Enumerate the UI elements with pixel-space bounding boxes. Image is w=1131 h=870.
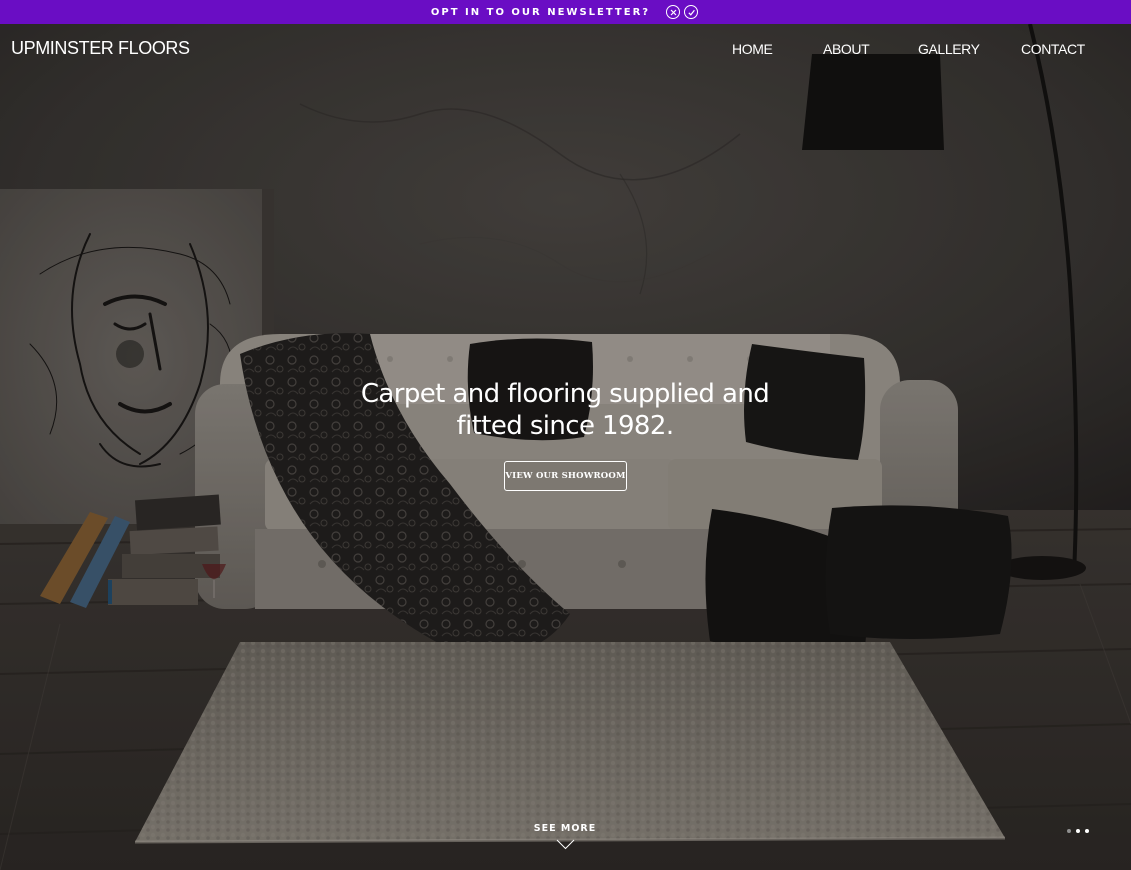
newsletter-bar: OPT IN TO OUR NEWSLETTER? [0,0,1131,24]
close-icon [670,9,677,15]
hero-headline-line2: fitted since 1982. [456,411,675,441]
slide-dot-2[interactable] [1076,829,1080,833]
newsletter-text: OPT IN TO OUR NEWSLETTER? [430,6,651,18]
nav-item-home[interactable]: HOME [732,41,773,57]
main-nav: HOME ABOUT GALLERY CONTACT [0,41,1131,59]
chevron-down-icon[interactable] [556,839,575,850]
page: OPT IN TO OUR NEWSLETTER? UPMINSTER FLOO… [0,0,1131,870]
nav-item-contact[interactable]: CONTACT [1021,41,1085,57]
nav-item-about[interactable]: ABOUT [823,41,870,57]
slide-dot-1[interactable] [1067,829,1071,833]
hero-section [0,24,1131,870]
check-icon [687,9,695,16]
newsletter-decline-button[interactable] [666,5,681,19]
nav-item-gallery[interactable]: GALLERY [918,41,980,57]
slide-indicators [1067,829,1089,833]
slide-dot-3[interactable] [1085,829,1089,833]
newsletter-accept-button[interactable] [684,5,699,19]
hero-headline: Carpet and flooring supplied and fitted … [315,378,815,442]
hero-headline-line1: Carpet and flooring supplied and [360,379,770,409]
hero-overlay [0,24,1131,870]
see-more-link[interactable]: SEE MORE [515,823,615,834]
view-showroom-button[interactable]: VIEW OUR SHOWROOM [504,461,627,491]
